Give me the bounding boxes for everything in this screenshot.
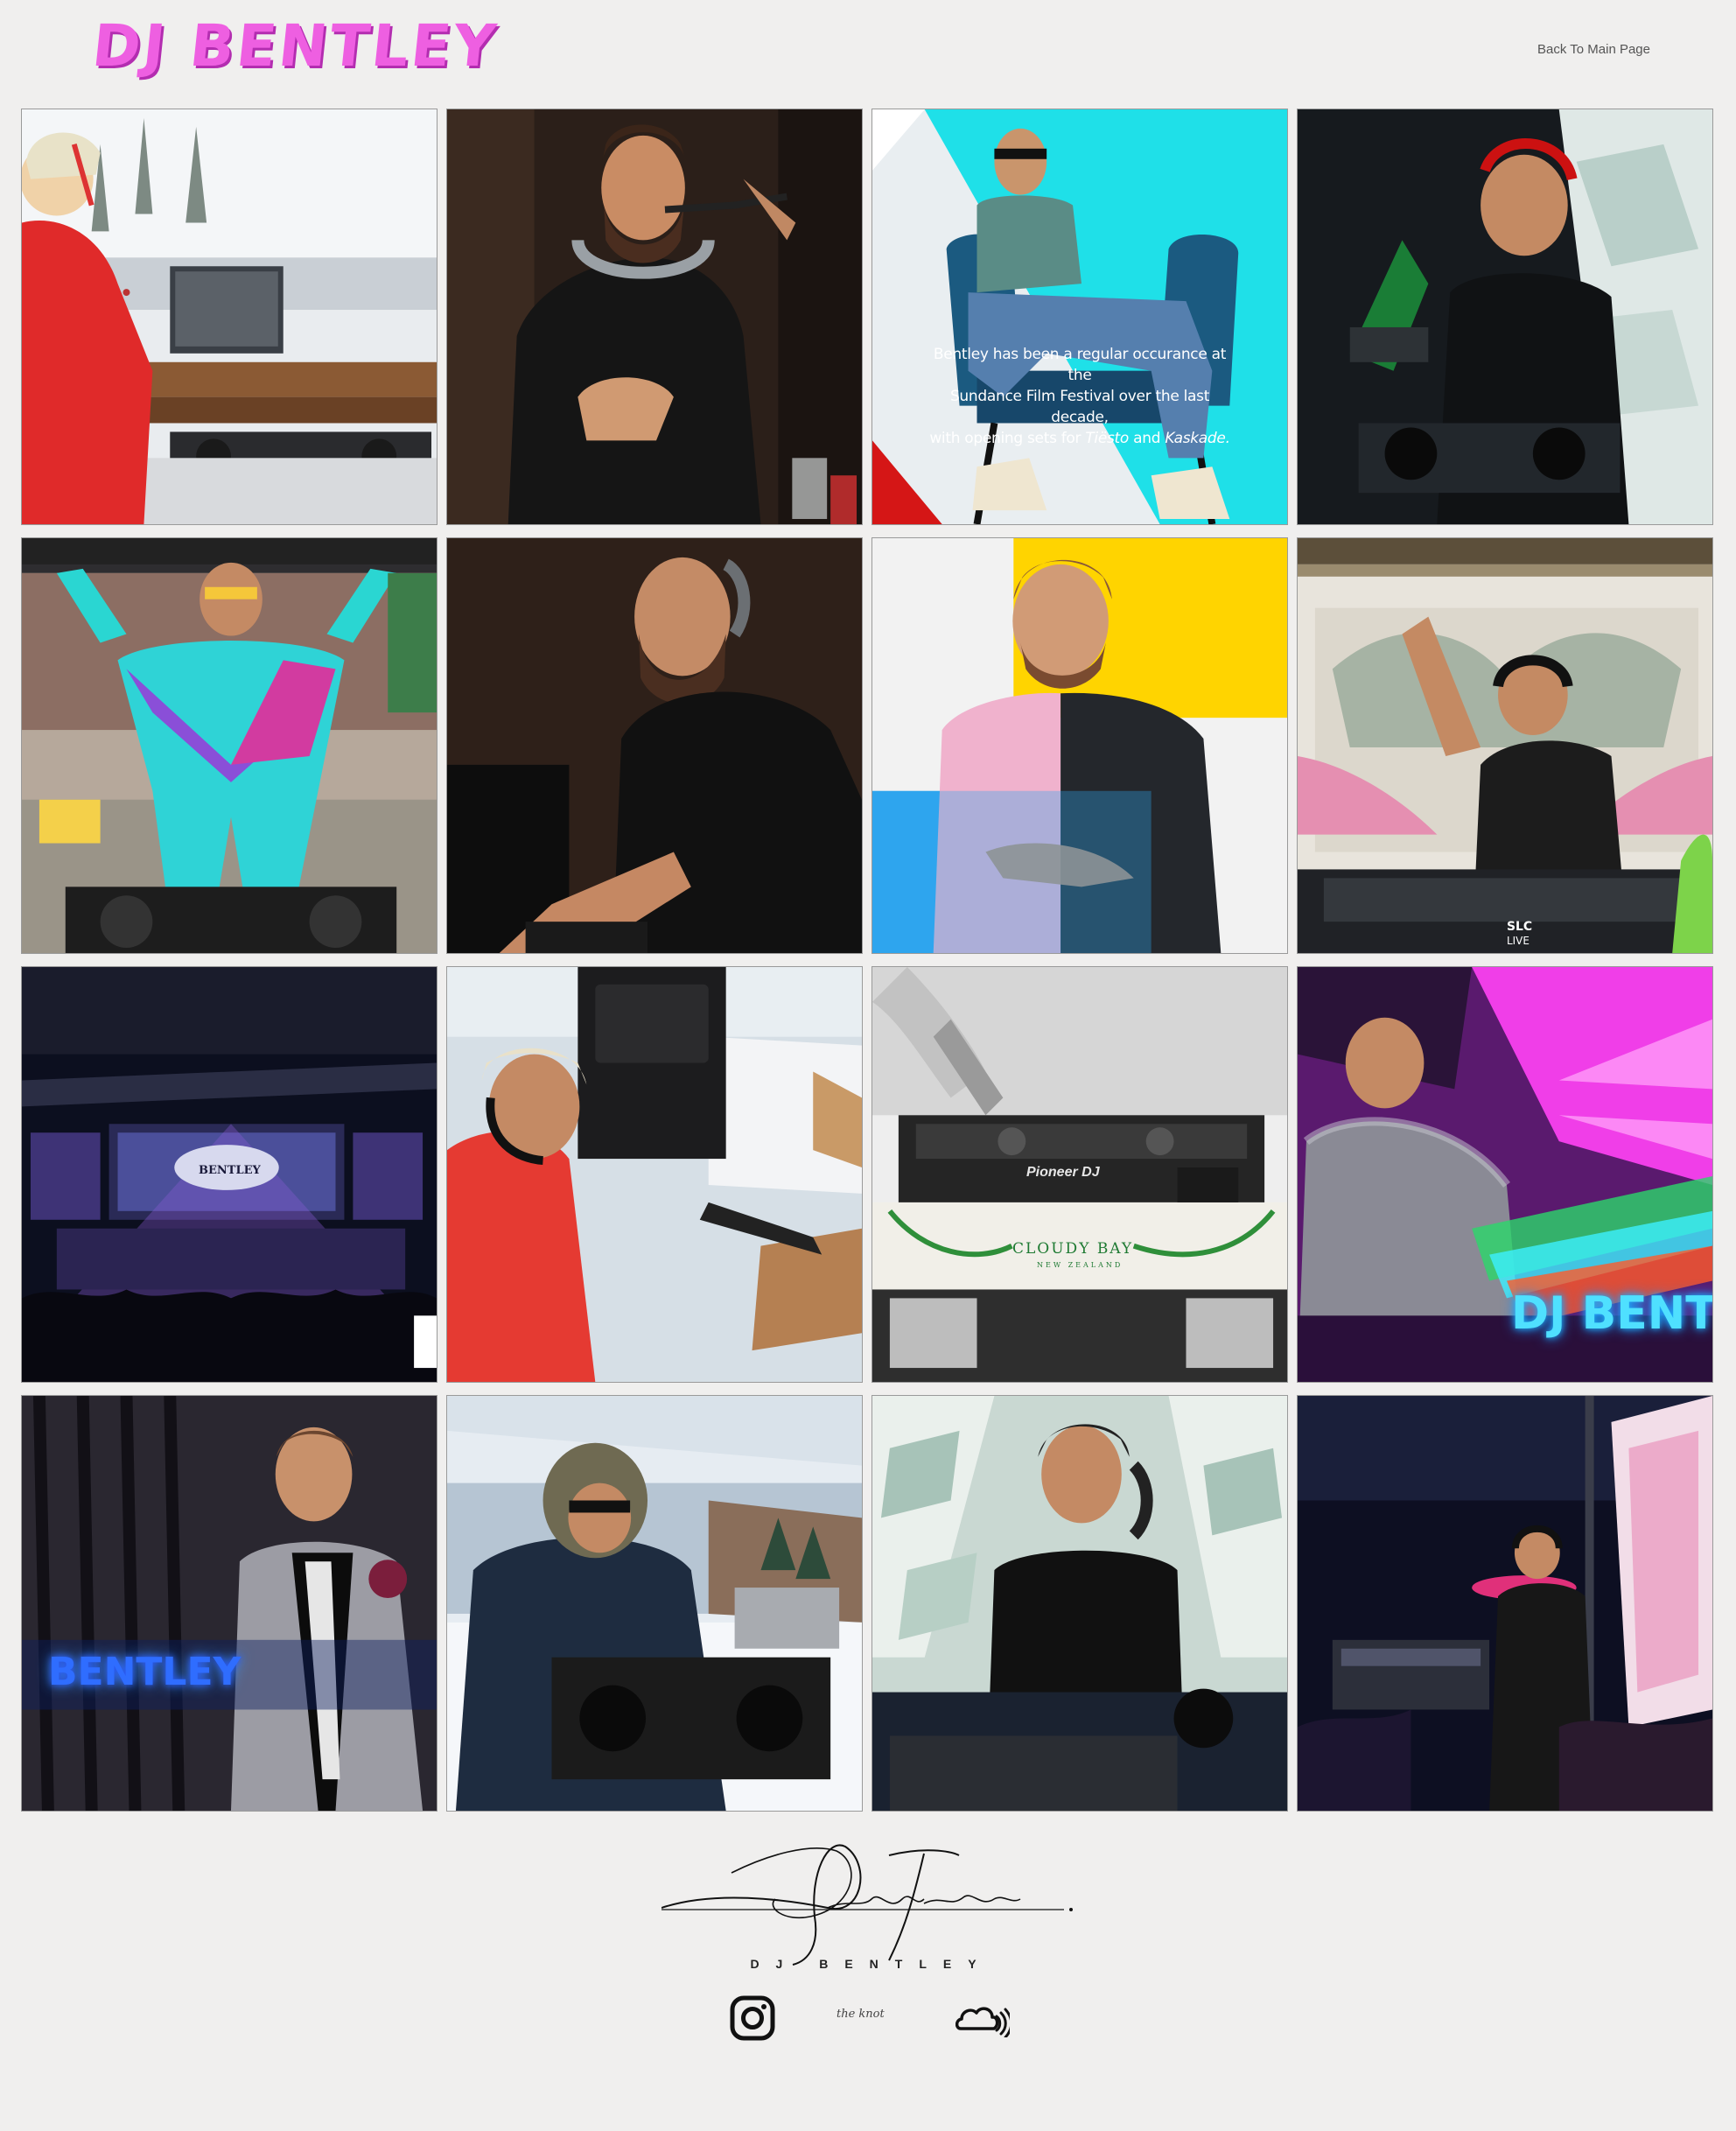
photo-image	[447, 967, 862, 1382]
gallery-photo-slc-live-stage[interactable]: SLC LIVE	[1297, 537, 1713, 954]
signature-subtitle: DJ BENTLEY	[750, 1957, 993, 1971]
the-knot-link[interactable]: the knot	[836, 2006, 885, 2022]
gallery-photo-ski-deck-dj[interactable]	[21, 109, 438, 525]
gallery-photo-cloudy-bay-decks[interactable]: CLOUDY BAY NEW ZEALAND Pioneer DJ	[872, 966, 1288, 1383]
gallery-photo-mic-performance[interactable]	[446, 109, 863, 525]
neon-sign-bentley: BENTLEY	[48, 1650, 242, 1694]
caption-artist-tiesto: Tiësto	[1085, 430, 1130, 447]
photo-image	[1298, 1396, 1712, 1811]
pioneer-text: Pioneer DJ	[1026, 1165, 1100, 1180]
photo-gallery: Bentley has been a regular occurance at …	[21, 109, 1713, 1812]
site-header: DJ BENTLEY Back To Main Page	[0, 0, 1736, 105]
caption-and: and	[1133, 430, 1161, 447]
gallery-photo-concert-stage[interactable]: BENTLEY	[21, 966, 438, 1383]
photo-image	[872, 1396, 1287, 1811]
stage-logo-text: BENTLEY	[199, 1164, 261, 1177]
caption-artist-kaskade: Kaskade.	[1165, 430, 1230, 447]
gallery-photo-booth-dj[interactable]	[1297, 109, 1713, 525]
photo-image	[447, 1396, 862, 1811]
caption-line-3: with opening sets for Tiësto and Kaskade…	[925, 428, 1235, 449]
photo-image	[447, 109, 862, 524]
photo-image	[872, 109, 1287, 524]
gallery-photo-outdoor-speaker[interactable]	[446, 966, 863, 1383]
photo-image	[22, 538, 437, 953]
neon-sign-dj-bentley: DJ BENT	[1511, 1287, 1713, 1340]
slc-live-text: SLC	[1507, 920, 1532, 934]
gallery-photo-color-blocks-portrait[interactable]	[872, 537, 1288, 954]
photo-image	[872, 538, 1287, 953]
the-knot-icon: the knot	[836, 2008, 885, 2021]
soundcloud-icon	[955, 2007, 1013, 2039]
caption-line-2: Sundance Film Festival over the last dec…	[949, 388, 1210, 426]
photo-image	[22, 1396, 437, 1811]
site-logo[interactable]: DJ BENTLEY	[89, 12, 501, 80]
photo-image	[1298, 109, 1712, 524]
cloudy-bay-text: CLOUDY BAY	[1012, 1240, 1134, 1258]
gallery-photo-sundance-feature[interactable]: Bentley has been a regular occurance at …	[872, 109, 1288, 525]
back-to-main-link[interactable]: Back To Main Page	[1537, 42, 1650, 57]
caption-line-1: Bentley has been a regular occurance at …	[933, 346, 1227, 384]
caption-line-3-start: with opening sets for	[929, 430, 1082, 447]
instagram-link[interactable]	[730, 1995, 775, 2045]
gallery-photo-dark-decks[interactable]	[446, 537, 863, 954]
gallery-photo-retro-ski-suit[interactable]	[21, 537, 438, 954]
gallery-photo-winter-tent-dj[interactable]	[446, 1395, 863, 1812]
photo-image	[447, 538, 862, 953]
instagram-icon	[730, 1995, 775, 2041]
sundance-caption: Bentley has been a regular occurance at …	[925, 344, 1235, 449]
photo-image: SLC LIVE	[1298, 538, 1712, 953]
cloudy-bay-sub: NEW ZEALAND	[1037, 1261, 1124, 1269]
photo-image	[22, 109, 437, 524]
gallery-photo-club-screen[interactable]	[1297, 1395, 1713, 1812]
site-footer: DJ BENTLEY the knot	[0, 1838, 1736, 2100]
social-links: the knot	[0, 1995, 1736, 2065]
soundcloud-link[interactable]	[955, 2002, 1013, 2042]
gallery-photo-sequin-jacket[interactable]: BENTLEY	[21, 1395, 438, 1812]
signature-logo	[662, 1844, 1073, 1966]
gallery-photo-led-wall-dj[interactable]	[872, 1395, 1288, 1812]
gallery-photo-neon-club[interactable]: DJ BENT	[1297, 966, 1713, 1383]
slc-live-sub: LIVE	[1507, 935, 1530, 947]
